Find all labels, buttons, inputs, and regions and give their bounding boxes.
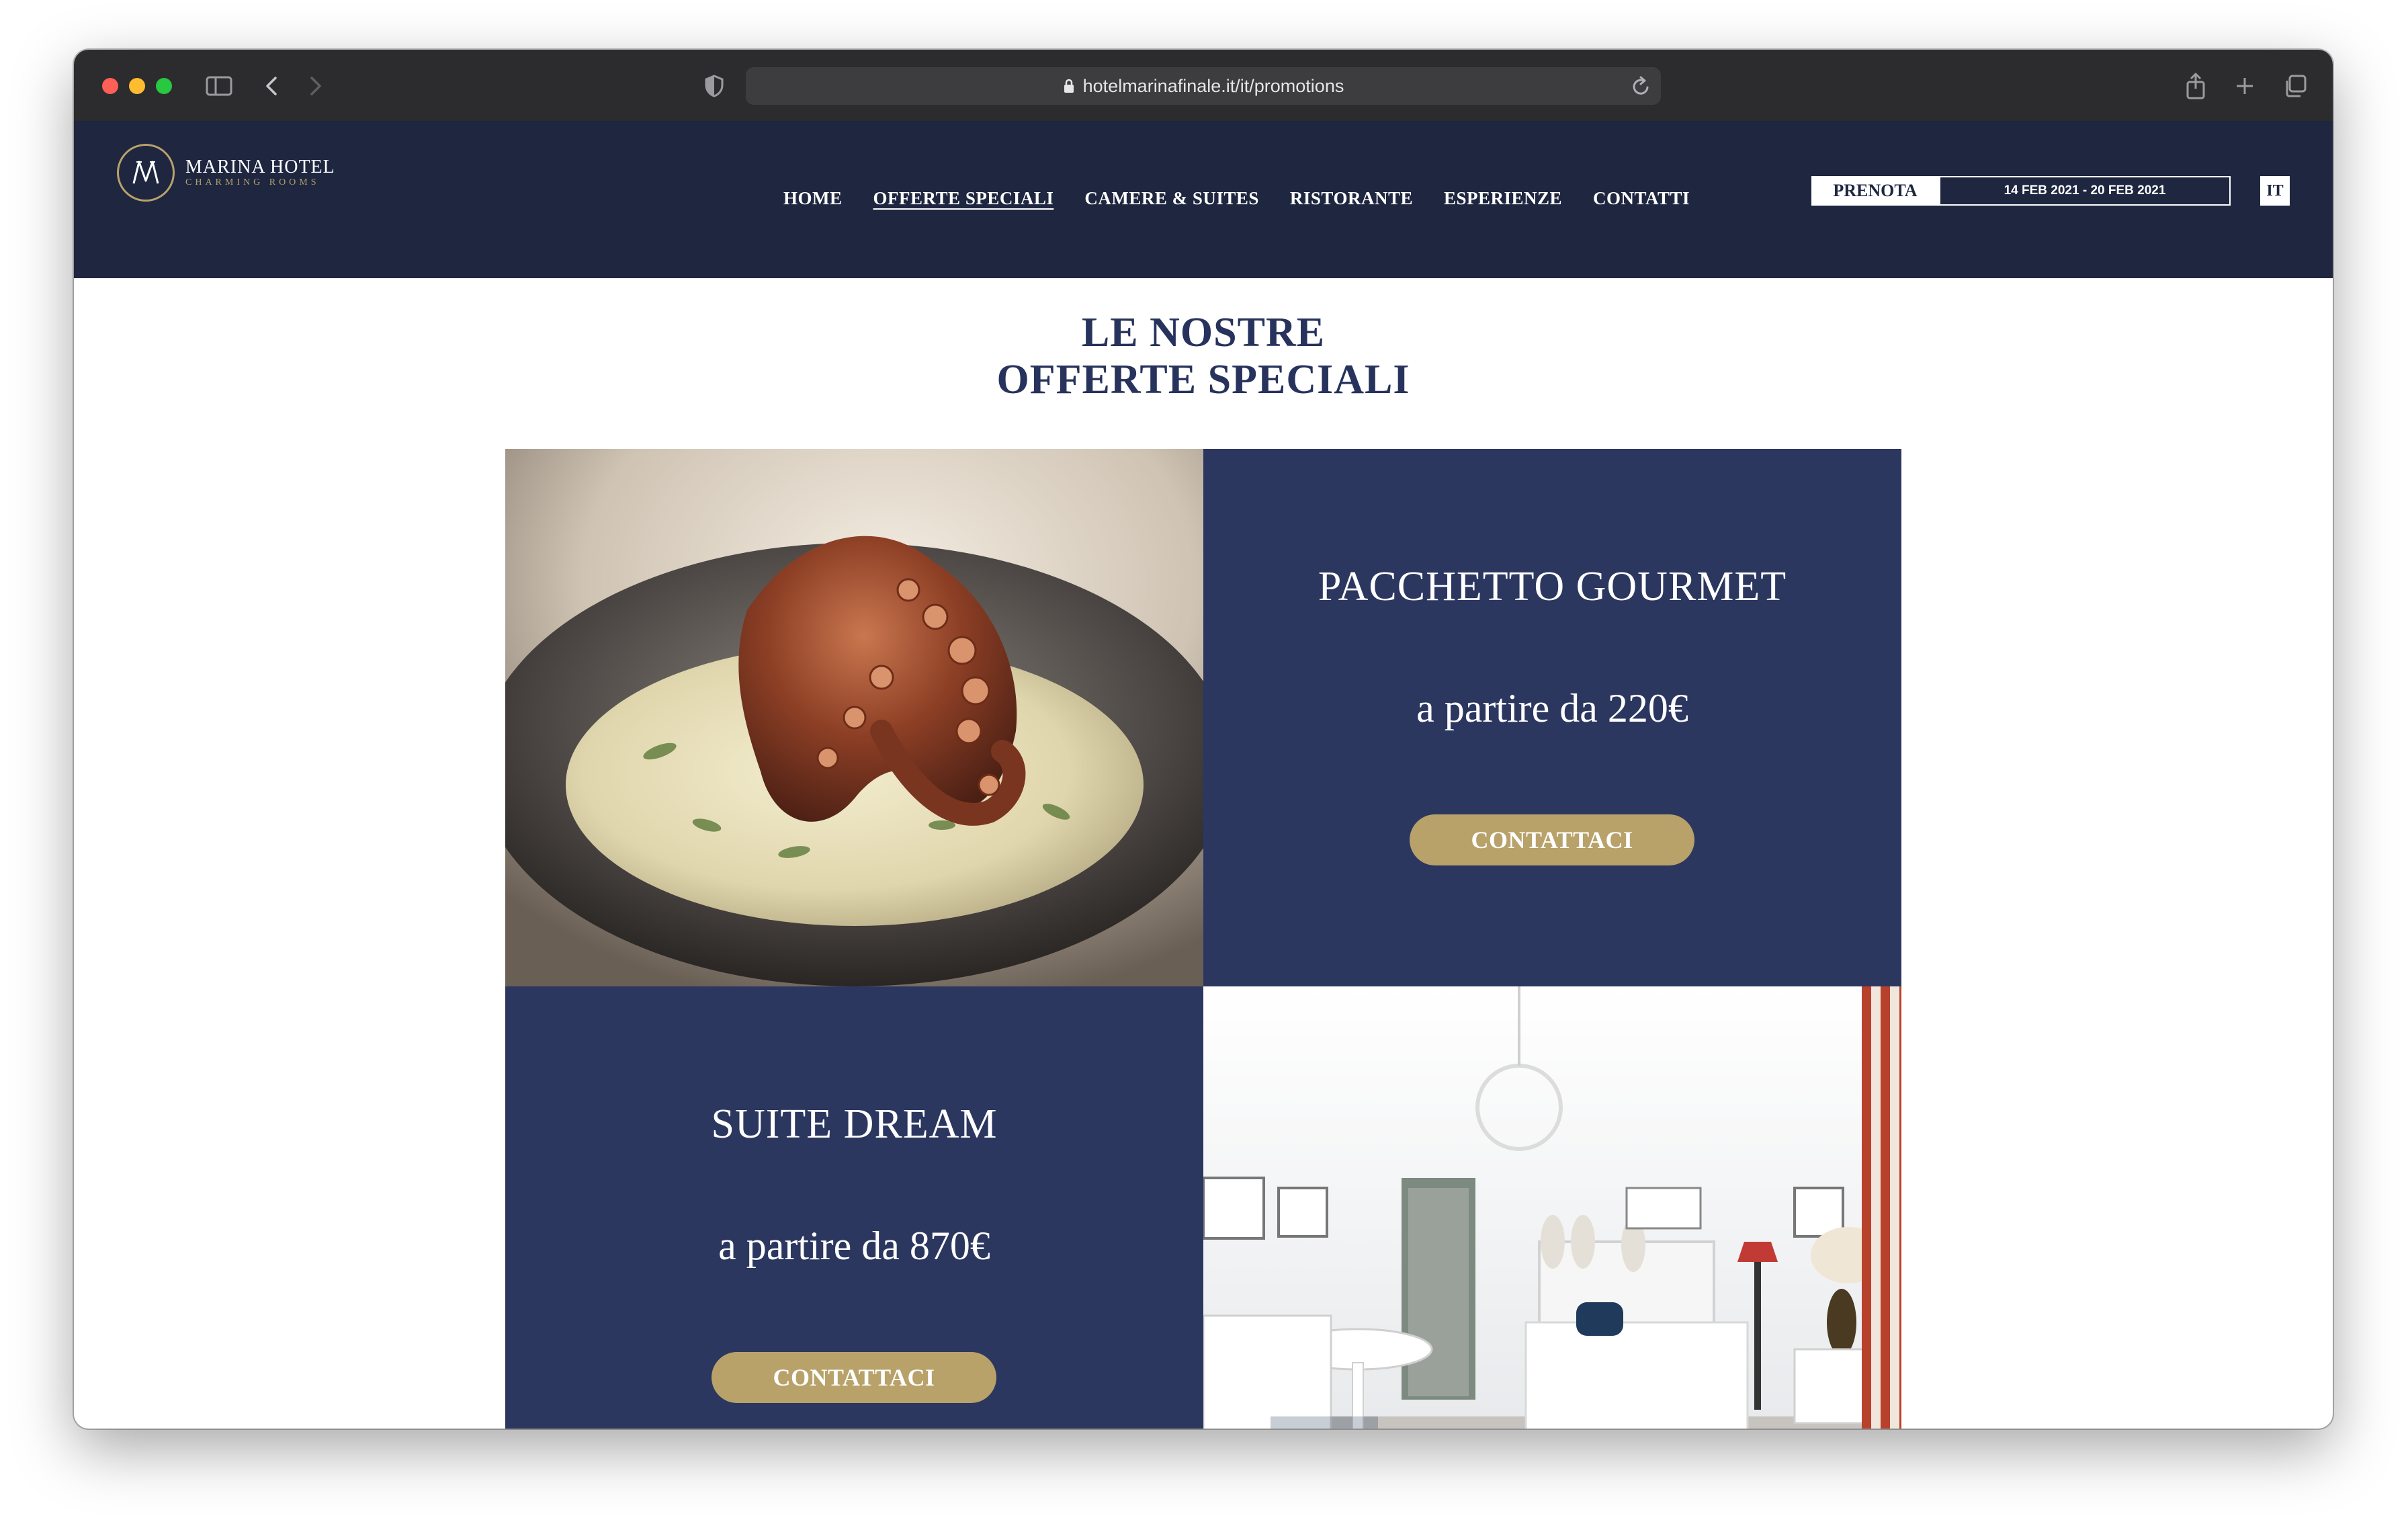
nav-home[interactable]: HOME	[783, 188, 843, 209]
nav-offerte-speciali[interactable]: OFFERTE SPECIALI	[873, 188, 1054, 209]
suite-bedroom-photo	[1203, 986, 1901, 1429]
share-icon[interactable]	[2185, 67, 2206, 105]
prenota-button[interactable]: PRENOTA	[1811, 176, 1939, 206]
offer-name: PACCHETTO GOURMET	[1318, 564, 1787, 609]
nav-esperienze[interactable]: ESPERIENZE	[1444, 188, 1562, 209]
contattaci-button[interactable]: CONTATTACI	[712, 1352, 996, 1403]
nav-camere-suites[interactable]: CAMERE & SUITES	[1084, 188, 1259, 209]
lock-icon	[1063, 78, 1075, 94]
date-range-field[interactable]: 14 FEB 2021 - 20 FEB 2021	[1939, 176, 2231, 206]
nav-contatti[interactable]: CONTATTI	[1593, 188, 1690, 209]
hotel-logo[interactable]: MARINA HOTEL CHARMING ROOMS	[117, 144, 335, 202]
privacy-shield-icon[interactable]	[704, 67, 724, 105]
logo-title: MARINA HOTEL	[185, 157, 335, 177]
main-navigation: HOME OFFERTE SPECIALI CAMERE & SUITES RI…	[783, 188, 1690, 209]
page-title-line1: LE NOSTRE	[1081, 310, 1326, 355]
logo-monogram-icon	[117, 144, 175, 202]
page-title: LE NOSTRE OFFERTE SPECIALI	[74, 309, 2333, 403]
page-title-line2: OFFERTE SPECIALI	[996, 357, 1410, 402]
address-bar[interactable]: hotelmarinafinale.it/it/promotions	[746, 67, 1661, 105]
contattaci-button[interactable]: CONTATTACI	[1410, 814, 1694, 865]
close-window-button[interactable]	[102, 78, 118, 94]
minimize-window-button[interactable]	[129, 78, 145, 94]
sidebar-toggle-icon[interactable]	[206, 67, 232, 105]
logo-subtitle: CHARMING ROOMS	[185, 177, 320, 187]
browser-window: hotelmarinafinale.it/it/promotions MARIN…	[74, 50, 2333, 1429]
offer-name: SUITE DREAM	[711, 1101, 998, 1147]
url-text: hotelmarinafinale.it/it/promotions	[1082, 75, 1344, 96]
booking-widget: PRENOTA 14 FEB 2021 - 20 FEB 2021	[1811, 176, 2231, 206]
forward-arrow-icon[interactable]	[306, 67, 325, 105]
new-tab-plus-icon[interactable]	[2235, 67, 2255, 105]
site-header: MARINA HOTEL CHARMING ROOMS HOME OFFERTE…	[74, 121, 2333, 278]
back-arrow-icon[interactable]	[262, 67, 281, 105]
offer-card-suite-dream: SUITE DREAM a partire da 870€ CONTATTACI	[505, 986, 1203, 1429]
language-selector[interactable]: IT	[2260, 176, 2290, 206]
reload-icon[interactable]	[1630, 74, 1651, 98]
maximize-window-button[interactable]	[156, 78, 172, 94]
offer-card-pacchetto-gourmet: PACCHETTO GOURMET a partire da 220€ CONT…	[1203, 449, 1901, 986]
nav-ristorante[interactable]: RISTORANTE	[1290, 188, 1413, 209]
browser-toolbar: hotelmarinafinale.it/it/promotions	[74, 50, 2333, 122]
tab-overview-icon[interactable]	[2283, 67, 2307, 105]
octopus-dish-photo	[505, 449, 1203, 986]
offer-price: a partire da 870€	[718, 1224, 990, 1268]
offer-price: a partire da 220€	[1416, 686, 1688, 730]
